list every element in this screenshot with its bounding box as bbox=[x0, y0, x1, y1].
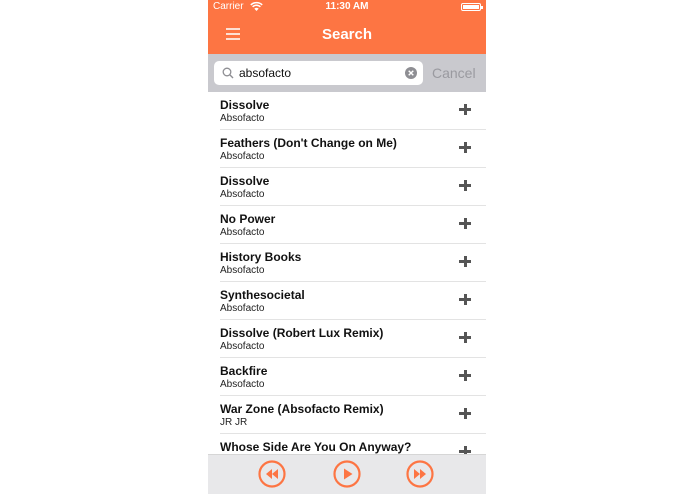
track-artist: Absofacto bbox=[220, 303, 265, 314]
track-title: History Books bbox=[220, 250, 302, 264]
track-artist: Absofacto bbox=[220, 189, 265, 200]
app-screen: Carrier 11:30 AM Search absofacto Cancel… bbox=[208, 0, 486, 494]
list-item[interactable]: No Power Absofacto bbox=[220, 206, 486, 244]
add-icon[interactable] bbox=[459, 293, 472, 306]
track-artist: Absofacto bbox=[220, 265, 265, 276]
add-icon[interactable] bbox=[459, 217, 472, 230]
track-title: Dissolve (Robert Lux Remix) bbox=[220, 326, 384, 340]
track-artist: Absofacto bbox=[220, 341, 265, 352]
add-icon[interactable] bbox=[459, 141, 472, 154]
list-item[interactable]: Whose Side Are You On Anyway? bbox=[220, 434, 486, 454]
track-title: Feathers (Don't Change on Me) bbox=[220, 136, 397, 150]
list-item[interactable]: Synthesocietal Absofacto bbox=[220, 282, 486, 320]
track-artist: Absofacto bbox=[220, 151, 265, 162]
nav-bar: Carrier 11:30 AM Search bbox=[208, 0, 486, 54]
track-artist: Absofacto bbox=[220, 227, 265, 238]
list-item[interactable]: Dissolve Absofacto bbox=[220, 168, 486, 206]
fast-forward-icon[interactable] bbox=[406, 460, 434, 488]
track-artist: Absofacto bbox=[220, 113, 265, 124]
status-bar: Carrier 11:30 AM bbox=[208, 0, 486, 14]
track-title: No Power bbox=[220, 212, 276, 226]
list-item[interactable]: Dissolve Absofacto bbox=[220, 92, 486, 130]
player-bar bbox=[208, 454, 486, 494]
search-icon bbox=[222, 67, 234, 79]
track-title: War Zone (Absofacto Remix) bbox=[220, 402, 384, 416]
list-item[interactable]: Dissolve (Robert Lux Remix) Absofacto bbox=[220, 320, 486, 358]
add-icon[interactable] bbox=[459, 179, 472, 192]
list-item[interactable]: Backfire Absofacto bbox=[220, 358, 486, 396]
battery-icon bbox=[461, 3, 483, 11]
page-title: Search bbox=[321, 26, 373, 43]
track-artist: Absofacto bbox=[220, 379, 265, 390]
track-artist: JR JR bbox=[220, 417, 248, 428]
search-results-list: Dissolve Absofacto Feathers (Don't Chang… bbox=[208, 92, 486, 454]
track-title: Dissolve bbox=[220, 174, 270, 188]
list-item[interactable]: Feathers (Don't Change on Me) Absofacto bbox=[220, 130, 486, 168]
track-title: Whose Side Are You On Anyway? bbox=[220, 440, 412, 454]
rewind-icon[interactable] bbox=[258, 460, 286, 488]
list-item[interactable]: War Zone (Absofacto Remix) JR JR bbox=[220, 396, 486, 434]
add-icon[interactable] bbox=[459, 331, 472, 344]
track-title: Synthesocietal bbox=[220, 288, 305, 302]
cancel-button[interactable]: Cancel bbox=[432, 65, 476, 81]
track-title: Dissolve bbox=[220, 98, 270, 112]
search-input[interactable] bbox=[239, 64, 399, 82]
add-icon[interactable] bbox=[459, 103, 472, 116]
search-field[interactable] bbox=[214, 61, 423, 85]
play-icon[interactable] bbox=[333, 460, 361, 488]
track-title: Backfire bbox=[220, 364, 268, 378]
list-item[interactable]: History Books Absofacto bbox=[220, 244, 486, 282]
add-icon[interactable] bbox=[459, 369, 472, 382]
clock: 11:30 AM bbox=[325, 1, 369, 12]
clear-search-icon[interactable] bbox=[405, 67, 417, 79]
add-icon[interactable] bbox=[459, 407, 472, 420]
add-icon[interactable] bbox=[459, 255, 472, 268]
search-bar: Cancel bbox=[208, 54, 486, 92]
add-icon[interactable] bbox=[459, 445, 472, 454]
